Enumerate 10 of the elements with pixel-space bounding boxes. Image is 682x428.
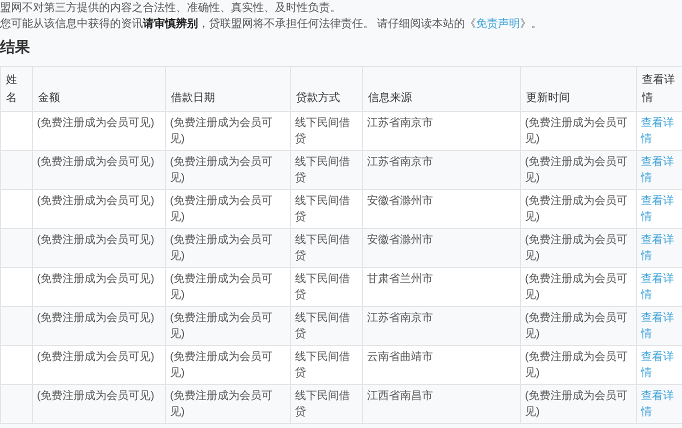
section-heading: 结果 bbox=[0, 38, 30, 58]
table-cell: (免费注册成为会员可见) bbox=[32, 384, 166, 424]
notice-text: 盟网不对第三方提供的内容之合法性、准确性、真实性、及时性负责。 bbox=[0, 0, 341, 16]
table-cell: 线下民间借贷 bbox=[290, 384, 362, 424]
table-cell: 江西省南昌市 bbox=[362, 384, 520, 424]
notice-text: 您可能从该信息中获得的资讯请审慎辨别，贷联盟网将不承担任何法律责任。 请仔细阅读本站的《免责声明》。 bbox=[0, 16, 542, 32]
table-cell: (免费注册成为会员可见) bbox=[520, 384, 636, 424]
column-header: 姓名 bbox=[0, 66, 32, 112]
table-cell: (免费注册成为会员可见) bbox=[166, 384, 290, 424]
disclaimer-link[interactable]: 免责声明 bbox=[476, 18, 520, 30]
